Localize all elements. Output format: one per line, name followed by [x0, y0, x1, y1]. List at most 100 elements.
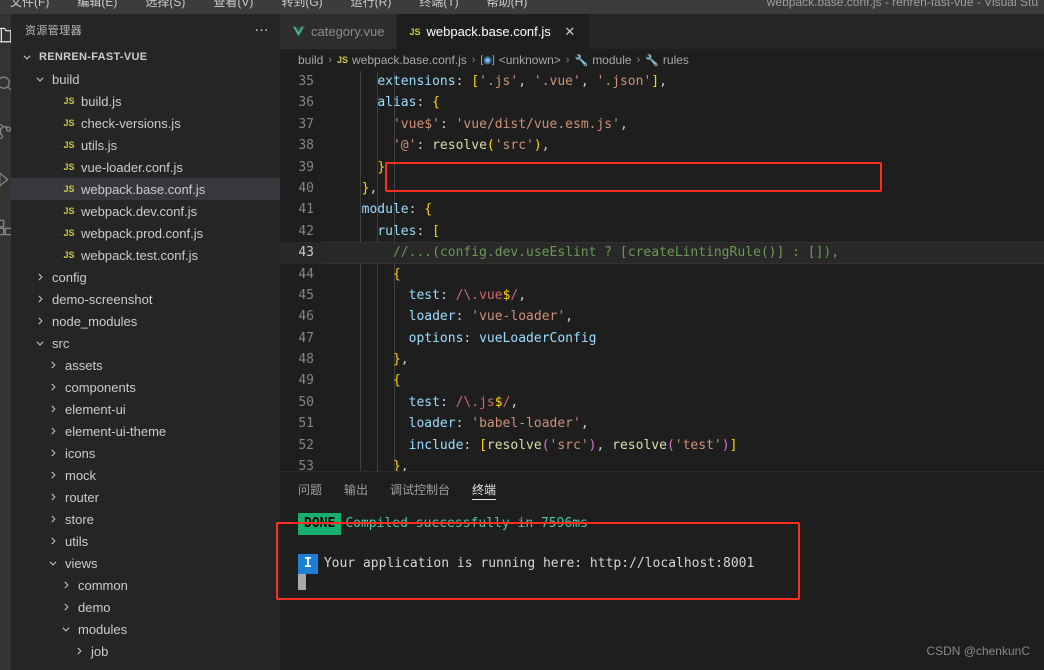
breadcrumb: build › JS webpack.base.conf.js › [◉] <unknown…	[280, 49, 1044, 71]
chevron-down-icon[interactable]	[58, 621, 74, 637]
chevron-right-icon[interactable]	[45, 423, 61, 439]
code-line-text: include: [resolve('src'), resolve('test'…	[408, 437, 738, 453]
tree-file-item[interactable]: JS webpack.dev.conf.js	[11, 200, 280, 222]
panel-tab[interactable]: 输出	[344, 472, 368, 507]
tree-folder-item[interactable]: icons	[11, 442, 280, 464]
tree-item-label: config	[52, 269, 87, 285]
bottom-panel: 问题 输出 调试控制台 终端 DONE Compiled successfully i…	[276, 471, 1044, 670]
panel-tab[interactable]: 终端	[472, 472, 497, 507]
terminal-cursor-line	[298, 574, 1044, 590]
tree-item-label: views	[65, 555, 98, 571]
chevron-right-icon[interactable]	[45, 489, 61, 505]
source-control-icon[interactable]	[0, 114, 11, 148]
chevron-right-icon[interactable]	[45, 445, 61, 461]
chevron-right-icon[interactable]	[45, 511, 61, 527]
tree-file-item[interactable]: JS webpack.base.conf.js	[11, 178, 280, 200]
chevron-right-icon[interactable]	[45, 467, 61, 483]
search-icon[interactable]	[0, 66, 11, 100]
chevron-down-icon[interactable]	[32, 71, 48, 87]
editor-tab-inactive[interactable]: category.vue	[280, 14, 398, 49]
tree-folder-item[interactable]: components	[11, 376, 280, 398]
tree-folder-item[interactable]: RENREN-FAST-VUE	[11, 46, 280, 68]
tree-item-label: icons	[65, 445, 96, 461]
editor-tab-active[interactable]: JS webpack.base.conf.js ✕	[397, 14, 590, 49]
chevron-right-icon[interactable]	[32, 313, 48, 329]
breadcrumb-item[interactable]: 🔧 module	[574, 53, 631, 67]
tree-file-item[interactable]: JS webpack.prod.conf.js	[11, 222, 280, 244]
tree-file-item[interactable]: JS build.js	[11, 90, 280, 112]
code-line: 51 loader: 'babel-loader',	[280, 413, 1044, 434]
chevron-right-icon[interactable]	[45, 401, 61, 417]
menu-item-2[interactable]: 选择(S)	[141, 0, 189, 12]
line-number: 45	[298, 287, 314, 303]
tree-folder-item[interactable]: views	[11, 552, 280, 574]
tree-file-item[interactable]: JS utils.js	[11, 134, 280, 156]
chevron-down-icon[interactable]	[45, 555, 61, 571]
tree-folder-item[interactable]: modules	[11, 618, 280, 640]
panel-tab[interactable]: 调试控制台	[390, 472, 450, 507]
tree-item-label: demo	[78, 599, 111, 615]
explorer-icon[interactable]	[0, 18, 11, 52]
tree-folder-item[interactable]: mock	[11, 464, 280, 486]
breadcrumb-separator: ›	[636, 54, 641, 66]
chevron-down-icon[interactable]	[19, 49, 35, 65]
code-line: 36 alias: {	[280, 92, 1044, 113]
tree-folder-item[interactable]: common	[11, 574, 280, 596]
chevron-right-icon[interactable]	[45, 357, 61, 373]
menu-item-5[interactable]: 运行(R)	[347, 0, 396, 12]
breadcrumb-item[interactable]: [◉] <unknown>	[480, 53, 560, 67]
tree-folder-item[interactable]: router	[11, 486, 280, 508]
tree-folder-item[interactable]: element-ui	[11, 398, 280, 420]
code-line-text: {	[392, 373, 401, 389]
chevron-right-icon[interactable]	[58, 599, 74, 615]
tree-file-item[interactable]: JS vue-loader.conf.js	[11, 156, 280, 178]
more-actions-icon[interactable]: …	[254, 19, 270, 38]
panel-tab[interactable]: 问题	[298, 472, 322, 507]
code-line: 46 loader: 'vue-loader',	[280, 306, 1044, 327]
menu-item-1[interactable]: 编辑(E)	[73, 0, 121, 12]
tree-file-item[interactable]: JS check-versions.js	[11, 112, 280, 134]
chevron-right-icon[interactable]	[71, 643, 87, 659]
js-icon: JS	[409, 26, 421, 37]
run-and-debug-icon[interactable]	[0, 162, 11, 196]
tree-folder-item[interactable]: store	[11, 508, 280, 530]
chevron-right-icon[interactable]	[45, 533, 61, 549]
chevron-right-icon[interactable]	[58, 577, 74, 593]
terminal-line-running: I Your application is running here: http…	[298, 554, 1044, 574]
code-line: 48 },	[280, 349, 1044, 370]
tree-folder-item[interactable]: demo-screenshot	[11, 288, 280, 310]
chevron-right-icon[interactable]	[32, 269, 48, 285]
tree-folder-item[interactable]: job	[11, 640, 280, 662]
breadcrumb-item[interactable]: JS webpack.base.conf.js	[337, 53, 467, 67]
code-editor[interactable]: 35 extensions: ['.js', '.vue', '.json'],…	[280, 71, 1044, 493]
menu-item-0[interactable]: 文件(F)	[6, 0, 53, 12]
breadcrumb-separator: ›	[565, 54, 570, 66]
breadcrumb-item[interactable]: 🔧 rules	[645, 53, 689, 67]
terminal-output[interactable]: DONE Compiled successfully in 7596ms I Y…	[280, 507, 1044, 590]
tree-folder-item[interactable]: assets	[11, 354, 280, 376]
chevron-right-icon[interactable]	[45, 379, 61, 395]
tree-file-item[interactable]: JS webpack.test.conf.js	[11, 244, 280, 266]
chevron-right-icon[interactable]	[32, 291, 48, 307]
breadcrumb-separator: ›	[471, 54, 476, 66]
extensions-icon[interactable]	[0, 210, 11, 244]
code-line: 44 {	[280, 264, 1044, 285]
tree-folder-item[interactable]: src	[11, 332, 280, 354]
tree-folder-item[interactable]: build	[11, 68, 280, 90]
editor-tab-label: webpack.base.conf.js	[426, 24, 551, 39]
chevron-down-icon[interactable]	[32, 335, 48, 351]
menu-item-7[interactable]: 帮助(H)	[483, 0, 532, 12]
menu-item-6[interactable]: 终端(T)	[415, 0, 462, 12]
tree-folder-item[interactable]: node_modules	[11, 310, 280, 332]
tree-item-label: utils	[65, 533, 89, 549]
tree-folder-item[interactable]: config	[11, 266, 280, 288]
tree-folder-item[interactable]: element-ui-theme	[11, 420, 280, 442]
tree-folder-item[interactable]: demo	[11, 596, 280, 618]
editor-tab-bar: category.vue JS webpack.base.conf.js ✕	[280, 14, 1044, 49]
menu-item-4[interactable]: 转到(G)	[277, 0, 326, 12]
tree-folder-item[interactable]: utils	[11, 530, 280, 552]
menu-item-3[interactable]: 查看(V)	[209, 0, 257, 12]
close-icon[interactable]: ✕	[563, 24, 577, 40]
breadcrumb-item[interactable]: build	[298, 53, 323, 67]
tree-item-label: job	[91, 643, 109, 659]
